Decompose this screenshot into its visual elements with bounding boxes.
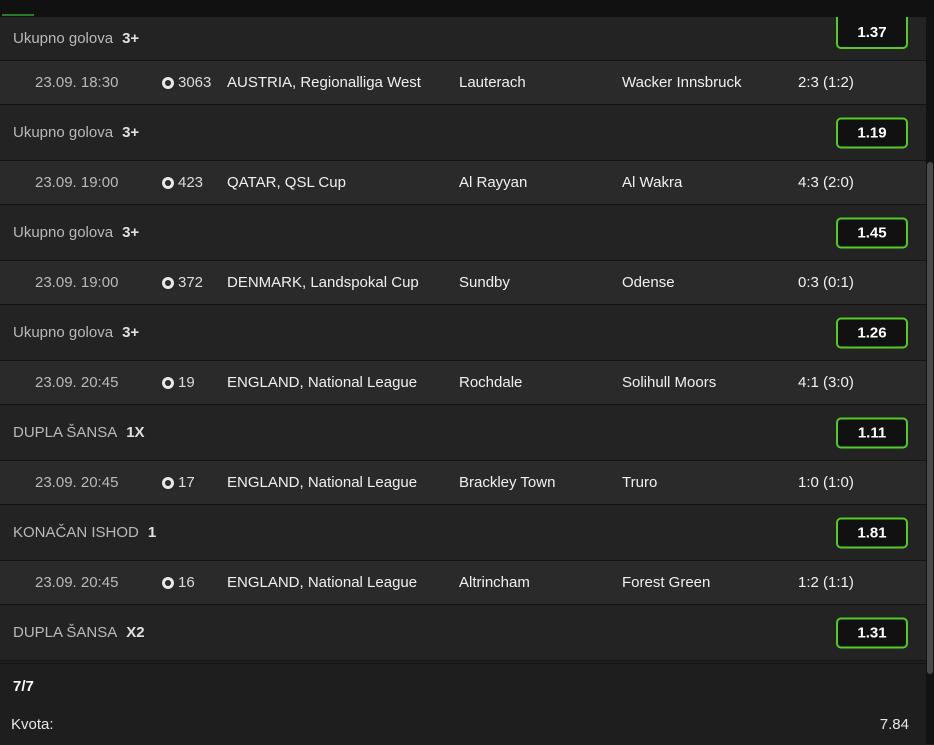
home-team: Lauterach	[459, 74, 526, 91]
match-row: 23.09. 20:45 17 ENGLAND, National League…	[0, 461, 926, 505]
home-team: Al Rayyan	[459, 174, 528, 191]
bet-pick: 3+	[122, 224, 140, 241]
odd-button[interactable]: 1.31	[836, 617, 908, 648]
league-name: ENGLAND, National League	[227, 374, 418, 391]
bet-row: DUPLA ŠANSA X2 1.31	[0, 605, 926, 661]
match-code: 372	[178, 274, 204, 291]
bet-row: DUPLA ŠANSA 1X 1.11	[0, 405, 926, 461]
odd-button[interactable]: 1.26	[836, 317, 908, 348]
match-time: 23.09. 20:45	[35, 474, 119, 491]
league-name: QATAR, QSL Cup	[227, 174, 346, 191]
away-team: Wacker Innsbruck	[622, 74, 742, 91]
top-strip	[0, 0, 934, 18]
bet-pick: 3+	[122, 324, 140, 341]
match-score: 1:0 (1:0)	[798, 474, 854, 491]
match-row: 23.09. 18:30 3063 AUSTRIA, Regionalliga …	[0, 61, 926, 105]
odd-button[interactable]: 1.19	[836, 117, 908, 148]
soccer-ball-icon	[162, 176, 174, 189]
bet-row: KONAČAN ISHOD 1 1.81	[0, 505, 926, 561]
away-team: Truro	[622, 474, 658, 491]
bet-row: Ukupno golova 3+ 1.37	[0, 17, 926, 61]
match-row: 23.09. 19:00 423 QATAR, QSL Cup Al Rayya…	[0, 161, 926, 205]
match-time: 23.09. 19:00	[35, 274, 119, 291]
soccer-ball-icon	[162, 576, 174, 589]
bet-type: KONAČAN ISHOD	[13, 524, 139, 541]
match-time: 23.09. 18:30	[35, 74, 119, 91]
match-code: 3063	[178, 74, 212, 91]
league-name: AUSTRIA, Regionalliga West	[227, 74, 421, 91]
soccer-ball-icon	[162, 76, 174, 89]
league-name: ENGLAND, National League	[227, 574, 418, 591]
odd-button[interactable]: 1.45	[836, 217, 908, 248]
bet-row: Ukupno golova 3+ 1.26	[0, 305, 926, 361]
match-time: 23.09. 20:45	[35, 574, 119, 591]
match-score: 4:1 (3:0)	[798, 374, 854, 391]
match-score: 0:3 (0:1)	[798, 274, 854, 291]
home-team: Sundby	[459, 274, 510, 291]
match-code: 17	[178, 474, 195, 491]
soccer-ball-icon	[162, 276, 174, 289]
total-odds-value: 7.84	[879, 716, 909, 733]
match-time: 23.09. 19:00	[35, 174, 119, 191]
soccer-ball-icon	[162, 476, 174, 489]
match-row: 23.09. 20:45 16 ENGLAND, National League…	[0, 561, 926, 605]
odd-button[interactable]: 1.37	[836, 17, 908, 49]
match-code: 19	[178, 374, 195, 391]
bet-type: Ukupno golova	[13, 224, 114, 241]
match-score: 4:3 (2:0)	[798, 174, 854, 191]
bet-row: Ukupno golova 3+ 1.19	[0, 105, 926, 161]
bet-pick: 3+	[122, 124, 140, 141]
bet-type: Ukupno golova	[13, 30, 114, 47]
soccer-ball-icon	[162, 376, 174, 389]
match-time: 23.09. 20:45	[35, 374, 119, 391]
bet-row: Ukupno golova 3+ 1.45	[0, 205, 926, 261]
match-row: 23.09. 20:45 19 ENGLAND, National League…	[0, 361, 926, 405]
league-name: DENMARK, Landspokal Cup	[227, 274, 419, 291]
home-team: Altrincham	[459, 574, 530, 591]
away-team: Forest Green	[622, 574, 711, 591]
total-odds-label: Kvota:	[11, 716, 54, 733]
bet-type: DUPLA ŠANSA	[13, 624, 118, 641]
home-team: Rochdale	[459, 374, 523, 391]
away-team: Al Wakra	[622, 174, 683, 191]
home-team: Brackley Town	[459, 474, 556, 491]
odd-button[interactable]: 1.11	[836, 417, 908, 448]
ticket-summary: 7/7 Kvota: 7.84	[0, 663, 926, 745]
bet-pick: 1	[147, 524, 157, 541]
odd-button[interactable]: 1.81	[836, 517, 908, 548]
away-team: Odense	[622, 274, 675, 291]
away-team: Solihull Moors	[622, 374, 717, 391]
bet-pick: X2	[126, 624, 145, 641]
match-count: 7/7	[13, 678, 34, 695]
league-name: ENGLAND, National League	[227, 474, 418, 491]
top-accent	[2, 14, 34, 16]
scrollbar-thumb[interactable]	[927, 162, 933, 674]
bet-pick: 1X	[126, 424, 145, 441]
match-code: 423	[178, 174, 204, 191]
bet-type: Ukupno golova	[13, 324, 114, 341]
ticket-list: Ukupno golova 3+ 1.37 23.09. 18:30 3063 A…	[0, 17, 926, 661]
bet-type: DUPLA ŠANSA	[13, 424, 118, 441]
match-row: 23.09. 19:00 372 DENMARK, Landspokal Cup…	[0, 261, 926, 305]
match-score: 2:3 (1:2)	[798, 74, 854, 91]
bet-pick: 3+	[122, 30, 140, 47]
match-score: 1:2 (1:1)	[798, 574, 854, 591]
match-code: 16	[178, 574, 195, 591]
bet-type: Ukupno golova	[13, 124, 114, 141]
